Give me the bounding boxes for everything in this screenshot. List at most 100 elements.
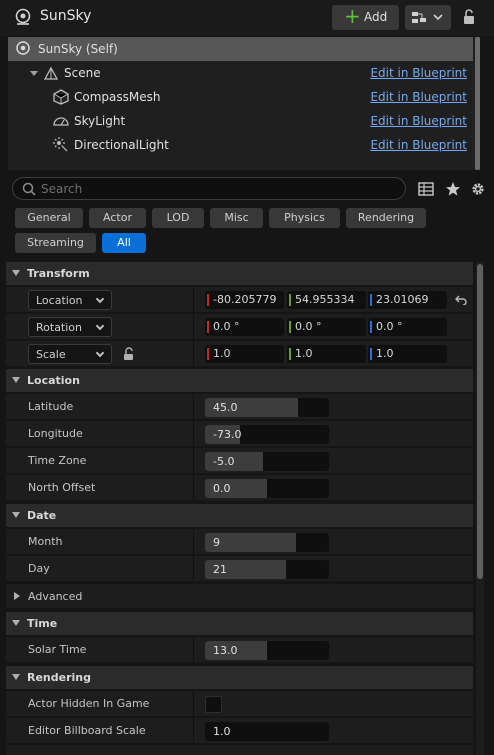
static-mesh-icon <box>53 89 69 105</box>
search-input[interactable] <box>41 178 396 199</box>
unlock-ratio-icon[interactable] <box>122 347 136 361</box>
spinbox-value: 0.0 <box>213 482 231 495</box>
collapse-arrow-icon[interactable] <box>12 377 20 383</box>
tree-item-scene[interactable]: Scene Edit in Blueprint <box>8 61 473 85</box>
property-label: Editor Billboard Scale <box>28 724 146 737</box>
tree-item-label: CompassMesh <box>74 90 161 104</box>
reset-to-default-icon[interactable] <box>455 295 467 305</box>
section-location[interactable]: Location <box>6 369 473 392</box>
column-divider[interactable] <box>193 421 194 447</box>
section-rendering[interactable]: Rendering <box>6 666 473 689</box>
column-divider[interactable] <box>193 691 194 717</box>
column-divider[interactable] <box>193 718 194 744</box>
y-axis-marker <box>289 348 291 360</box>
expand-arrow-icon[interactable] <box>14 592 20 600</box>
edit-in-blueprint-link[interactable]: Edit in Blueprint <box>370 90 467 104</box>
latitude-spinbox[interactable]: 45.0 <box>205 398 329 417</box>
property-label: Solar Time <box>28 643 87 656</box>
property-label: Day <box>28 562 50 575</box>
component-tree: SunSky (Self) Scene Edit in Blueprint Co… <box>8 37 480 170</box>
filter-tab-streaming[interactable]: Streaming <box>15 233 96 253</box>
location-z-field[interactable]: 23.01069 <box>368 291 447 309</box>
location-y-field[interactable]: 54.955334 <box>287 291 366 309</box>
collapse-arrow-icon[interactable] <box>12 674 20 680</box>
tree-item-compassmesh[interactable]: CompassMesh Edit in Blueprint <box>8 85 473 109</box>
edit-in-blueprint-link[interactable]: Edit in Blueprint <box>370 138 467 152</box>
filter-tab-general[interactable]: General <box>15 208 83 228</box>
x-axis-marker <box>207 294 209 306</box>
column-divider[interactable] <box>193 314 194 340</box>
scrollbar-thumb[interactable] <box>477 264 483 579</box>
tree-scrollbar[interactable] <box>475 37 480 170</box>
column-divider[interactable] <box>193 637 194 663</box>
section-title: Transform <box>27 267 90 280</box>
scale-z-field[interactable]: 1.0 <box>368 345 447 363</box>
section-transform[interactable]: Transform <box>6 262 473 285</box>
property-row-timezone: Time Zone -5.0 <box>6 447 473 474</box>
collapse-arrow-icon[interactable] <box>12 270 20 276</box>
section-title: Rendering <box>27 671 91 684</box>
column-divider[interactable] <box>193 529 194 555</box>
north-offset-spinbox[interactable]: 0.0 <box>205 479 329 498</box>
collapse-arrow-icon[interactable] <box>12 620 20 626</box>
billboard-scale-field[interactable]: 1.0 <box>205 722 329 741</box>
filter-tab-lod[interactable]: LOD <box>152 208 204 228</box>
timezone-spinbox[interactable]: -5.0 <box>205 452 329 471</box>
location-x-field[interactable]: -80.205779 <box>205 291 284 309</box>
add-component-button[interactable]: + Add <box>332 5 399 30</box>
scale-mode-dropdown[interactable]: Scale <box>28 344 112 364</box>
settings-gear-icon[interactable] <box>470 181 486 197</box>
tree-item-directionallight[interactable]: DirectionalLight Edit in Blueprint <box>8 133 473 157</box>
column-divider[interactable] <box>193 556 194 582</box>
rotation-y-field[interactable]: 0.0 ° <box>287 318 366 336</box>
filter-tab-misc[interactable]: Misc <box>210 208 263 228</box>
property-row-solar-time: Solar Time 13.0 <box>6 636 473 663</box>
property-row-rotation: Rotation 0.0 ° 0.0 ° 0.0 ° <box>6 313 473 340</box>
expand-arrow-icon[interactable] <box>30 71 38 76</box>
filter-tab-physics[interactable]: Physics <box>269 208 340 228</box>
search-box[interactable] <box>12 177 406 200</box>
scrollbar-thumb[interactable] <box>475 37 480 170</box>
blueprint-options-button[interactable] <box>405 5 451 30</box>
rotation-x-field[interactable]: 0.0 ° <box>205 318 284 336</box>
property-label: Month <box>28 535 63 548</box>
edit-in-blueprint-link[interactable]: Edit in Blueprint <box>370 66 467 80</box>
column-divider[interactable] <box>193 475 194 501</box>
dropdown-label: Location <box>36 294 83 307</box>
property-scrollbar[interactable] <box>476 262 484 755</box>
z-axis-marker <box>370 294 372 306</box>
rotation-mode-dropdown[interactable]: Rotation <box>28 317 112 337</box>
scale-y-field[interactable]: 1.0 <box>287 345 366 363</box>
location-mode-dropdown[interactable]: Location <box>28 290 112 310</box>
section-time[interactable]: Time <box>6 612 473 635</box>
column-divider[interactable] <box>193 287 194 313</box>
favorites-star-icon[interactable] <box>445 181 461 197</box>
solar-time-spinbox[interactable]: 13.0 <box>205 641 329 660</box>
spinbox-value: 13.0 <box>213 644 238 657</box>
month-spinbox[interactable]: 9 <box>205 533 329 552</box>
day-spinbox[interactable]: 21 <box>205 560 329 579</box>
tree-item-skylight[interactable]: SkyLight Edit in Blueprint <box>8 109 473 133</box>
filter-tab-rendering[interactable]: Rendering <box>346 208 426 228</box>
edit-in-blueprint-link[interactable]: Edit in Blueprint <box>370 114 467 128</box>
filter-tab-all[interactable]: All <box>102 233 146 253</box>
advanced-expander[interactable]: Advanced <box>6 583 473 608</box>
section-date[interactable]: Date <box>6 504 473 527</box>
lock-icon[interactable] <box>461 8 477 26</box>
actor-hidden-checkbox[interactable] <box>205 696 222 713</box>
rotation-z-field[interactable]: 0.0 ° <box>368 318 447 336</box>
tree-item-self[interactable]: SunSky (Self) <box>8 37 473 61</box>
column-divider[interactable] <box>193 341 194 367</box>
scale-x-value: 1.0 <box>213 347 231 360</box>
y-axis-marker <box>289 321 291 333</box>
property-row-latitude: Latitude 45.0 <box>6 393 473 420</box>
scale-x-field[interactable]: 1.0 <box>205 345 284 363</box>
column-divider[interactable] <box>193 394 194 420</box>
skylight-icon <box>53 117 69 126</box>
property-matrix-icon[interactable] <box>418 181 434 197</box>
column-divider[interactable] <box>193 448 194 474</box>
longitude-spinbox[interactable]: -73.0 <box>205 425 329 444</box>
filter-tab-actor[interactable]: Actor <box>89 208 146 228</box>
rotation-x-value: 0.0 ° <box>213 320 240 333</box>
collapse-arrow-icon[interactable] <box>12 512 20 518</box>
